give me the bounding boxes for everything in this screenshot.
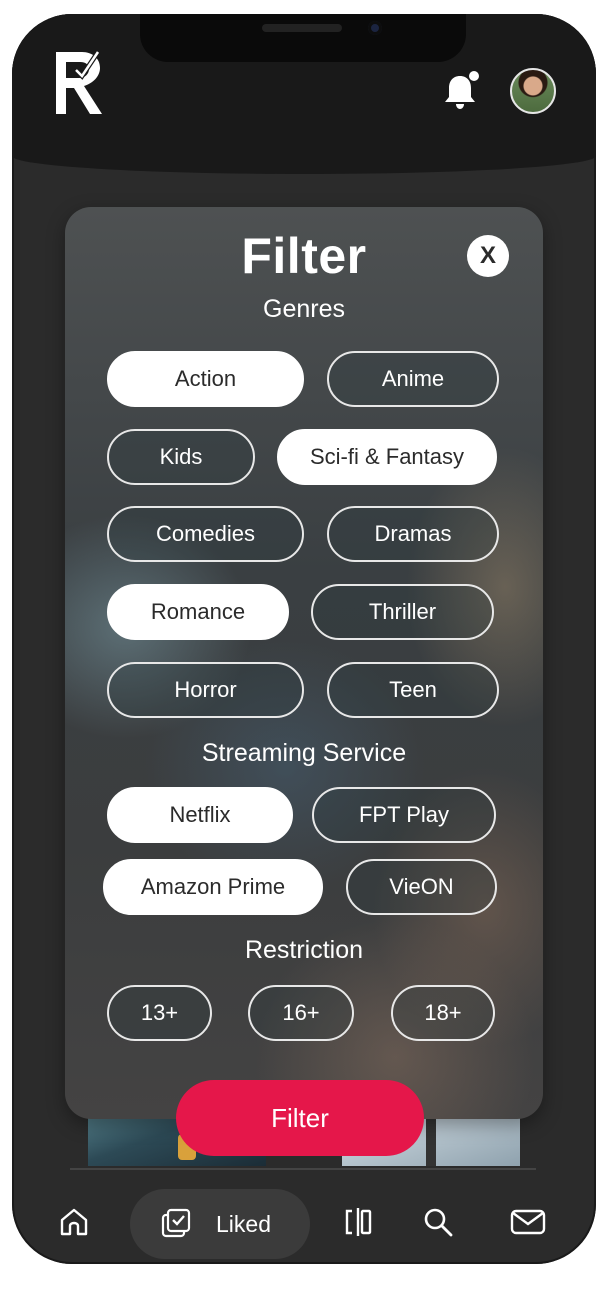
- phone-frame: Filter X Genres Action Anime Kids Sci-fi…: [12, 14, 596, 1264]
- section-title-genres: Genres: [263, 295, 345, 323]
- genre-chip-dramas[interactable]: Dramas: [327, 506, 499, 562]
- genre-chip-sci-fi-fantasy[interactable]: Sci-fi & Fantasy: [277, 429, 497, 485]
- streaming-chip-fpt-play[interactable]: FPT Play: [312, 787, 496, 843]
- genre-chip-thriller[interactable]: Thriller: [311, 584, 494, 640]
- section-title-restriction: Restriction: [244, 936, 364, 964]
- genre-chip-horror[interactable]: Horror: [107, 662, 304, 718]
- genre-chip-kids[interactable]: Kids: [107, 429, 255, 485]
- header: [12, 14, 596, 174]
- home-icon[interactable]: [58, 1206, 90, 1238]
- divider: [70, 1168, 536, 1170]
- apply-filter-button[interactable]: Filter: [176, 1080, 424, 1156]
- compare-icon[interactable]: [342, 1206, 374, 1238]
- logo-icon[interactable]: [54, 48, 106, 118]
- notch: [140, 14, 466, 62]
- speaker: [262, 24, 342, 32]
- liked-icon: [161, 1208, 191, 1238]
- genre-chip-comedies[interactable]: Comedies: [107, 506, 304, 562]
- nav-item-liked-label: Liked: [216, 1211, 271, 1237]
- camera: [368, 21, 382, 35]
- section-title-streaming: Streaming Service: [201, 739, 407, 767]
- bell-icon[interactable]: [442, 70, 482, 112]
- search-icon[interactable]: [422, 1206, 454, 1238]
- genre-chip-teen[interactable]: Teen: [327, 662, 499, 718]
- streaming-chip-vieon[interactable]: VieON: [346, 859, 497, 915]
- mail-icon[interactable]: [510, 1206, 546, 1238]
- restriction-chip-13[interactable]: 13+: [107, 985, 212, 1041]
- genre-chip-romance[interactable]: Romance: [107, 584, 289, 640]
- close-button[interactable]: X: [467, 235, 509, 277]
- restriction-chip-16[interactable]: 16+: [248, 985, 354, 1041]
- streaming-chip-amazon-prime[interactable]: Amazon Prime: [103, 859, 323, 915]
- genre-chip-action[interactable]: Action: [107, 351, 304, 407]
- nav-item-liked[interactable]: Liked: [130, 1189, 310, 1259]
- filter-modal: Filter X Genres Action Anime Kids Sci-fi…: [65, 207, 543, 1119]
- genre-chip-anime[interactable]: Anime: [327, 351, 499, 407]
- avatar[interactable]: [510, 68, 556, 114]
- restriction-chip-18[interactable]: 18+: [391, 985, 495, 1041]
- streaming-chip-netflix[interactable]: Netflix: [107, 787, 293, 843]
